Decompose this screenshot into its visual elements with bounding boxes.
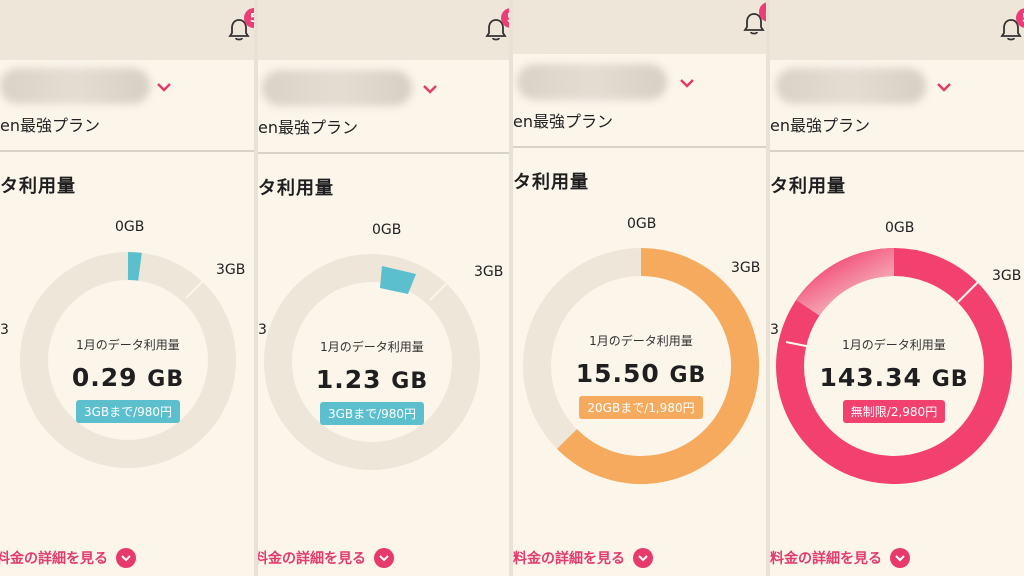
details-link-text: 料金の詳細を見る	[513, 551, 625, 567]
usage-value-wrap: 1.23 GB	[272, 365, 472, 394]
notification-button[interactable]: 5	[743, 2, 766, 40]
usage-value-wrap: 0.29 GB	[28, 363, 228, 392]
usage-month-label: 1月のデータ利用量	[589, 334, 693, 348]
details-link[interactable]: 料金の詳細を見る	[0, 548, 136, 568]
usage-center: 1月のデータ利用量 0.29 GB 3GBまで/980円	[28, 336, 228, 423]
tick-label-3gb: 3GB	[216, 262, 246, 278]
chevron-circle-icon	[374, 548, 394, 568]
notification-button[interactable]: 5	[485, 8, 509, 46]
tick-label-left: 3	[770, 322, 779, 338]
screen-panel-1: 5 en最強プラン タ利用量 3 0GB 3GB 1月のデータ利用量 0.29 …	[0, 0, 254, 576]
usage-center: 1月のデータ利用量 15.50 GB 20GBまで/1,980円	[541, 332, 741, 419]
tick-label-3gb: 3GB	[474, 264, 504, 280]
usage-arc	[127, 252, 142, 281]
notification-button[interactable]: 5	[228, 8, 254, 46]
details-link[interactable]: 料金の詳細を見る	[770, 548, 910, 568]
usage-value: 1.23	[315, 365, 382, 394]
tier-badge: 3GBまで/980円	[319, 402, 425, 425]
usage-center: 1月のデータ利用量 143.34 GB 無制限/2,980円	[794, 336, 994, 423]
tick-label-0gb: 0GB	[885, 220, 915, 236]
blurred-phone-number	[0, 68, 150, 104]
usage-arc-fade	[796, 248, 895, 317]
section-title: タ利用量	[513, 172, 589, 193]
plan-name: en最強プラン	[513, 112, 613, 131]
screen-panel-2: 5 en最強プラン タ利用量 3 0GB 3GB 1月のデータ利用量 1.23 …	[258, 0, 509, 576]
chevron-circle-icon	[116, 548, 136, 568]
blurred-phone-number	[262, 70, 412, 106]
usage-unit: GB	[931, 367, 969, 392]
usage-month-label: 1月のデータ利用量	[320, 340, 424, 354]
app-header	[0, 0, 254, 60]
usage-value-wrap: 15.50 GB	[541, 359, 741, 388]
usage-value: 15.50	[575, 359, 660, 388]
usage-center: 1月のデータ利用量 1.23 GB 3GBまで/980円	[272, 338, 472, 425]
details-link-text: 料金の詳細を見る	[0, 551, 108, 567]
details-link-text: 料金の詳細を見る	[258, 551, 366, 567]
tick-label-0gb: 0GB	[627, 216, 657, 232]
screen-panel-4: 5 en最強プラン タ利用量 3 0GB 3GB 1月のデータ利用量 143.3…	[770, 0, 1024, 576]
usage-value-wrap: 143.34 GB	[794, 363, 994, 392]
chevron-down-icon[interactable]	[936, 82, 952, 92]
usage-unit: GB	[147, 367, 185, 392]
chevron-down-icon[interactable]	[156, 82, 172, 92]
details-link[interactable]: 料金の詳細を見る	[258, 548, 394, 568]
app-header	[770, 0, 1024, 60]
app-header	[513, 0, 766, 54]
tier-badge: 20GBまで/1,980円	[579, 396, 703, 419]
usage-value: 0.29	[71, 363, 138, 392]
chevron-circle-icon	[633, 548, 653, 568]
divider	[770, 150, 1024, 152]
screen-panel-3: 5 en最強プラン タ利用量 0GB 3GB 1月のデータ利用量 15.50 G…	[513, 0, 766, 576]
chevron-down-icon[interactable]	[679, 78, 695, 88]
tick-label-0gb: 0GB	[372, 222, 402, 238]
tick-label-3gb: 3GB	[731, 260, 761, 276]
tick-label-left: 3	[0, 322, 9, 338]
section-title: タ利用量	[0, 176, 76, 197]
tick-label-0gb: 0GB	[115, 219, 145, 235]
chevron-circle-icon	[890, 548, 910, 568]
plan-name: en最強プラン	[258, 118, 358, 137]
app-header	[258, 0, 509, 60]
usage-unit: GB	[669, 363, 707, 388]
tier-badge: 無制限/2,980円	[842, 400, 946, 423]
usage-unit: GB	[391, 369, 429, 394]
tick-label-3gb: 3GB	[992, 268, 1022, 284]
usage-month-label: 1月のデータ利用量	[842, 338, 946, 352]
plan-name: en最強プラン	[770, 116, 870, 135]
divider	[0, 150, 254, 152]
blurred-phone-number	[517, 64, 667, 100]
section-title: タ利用量	[258, 178, 334, 199]
divider	[513, 146, 766, 148]
tier-badge: 3GBまで/980円	[75, 400, 181, 423]
chevron-down-icon[interactable]	[422, 84, 438, 94]
usage-value: 143.34	[819, 363, 922, 392]
details-link[interactable]: 料金の詳細を見る	[513, 548, 653, 568]
notification-button[interactable]: 5	[1000, 8, 1024, 46]
plan-name: en最強プラン	[0, 116, 100, 135]
blurred-phone-number	[776, 68, 926, 104]
usage-month-label: 1月のデータ利用量	[76, 338, 180, 352]
details-link-text: 料金の詳細を見る	[770, 551, 882, 567]
section-title: タ利用量	[770, 176, 846, 197]
divider	[258, 152, 509, 154]
tick-label-left: 3	[258, 322, 267, 338]
